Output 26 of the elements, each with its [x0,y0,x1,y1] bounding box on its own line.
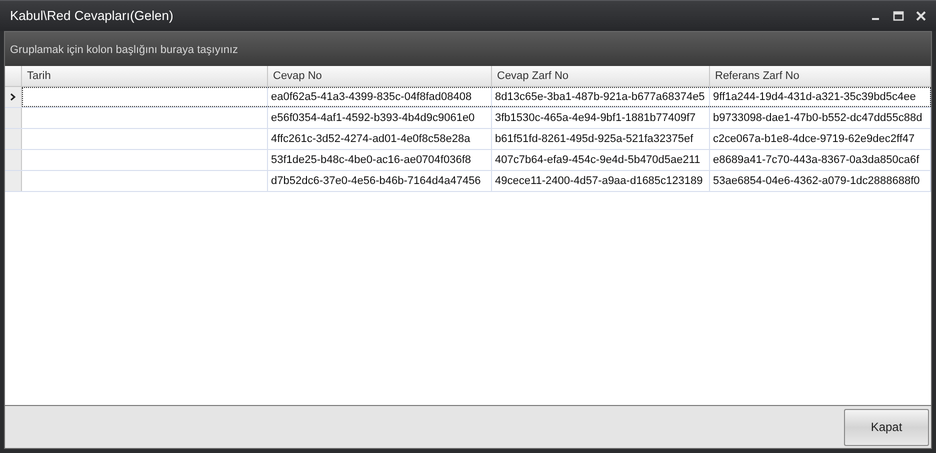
group-hint: Gruplamak için kolon başlığını buraya taşıyınız [10,42,238,58]
close-icon[interactable] [916,11,926,21]
table-cell: 4ffc261c-3d52-4274-ad01-4e0f8c58e28a [268,129,492,149]
table-cell: c2ce067a-b1e8-4dce-9719-62e9dec2ff47 [710,129,931,149]
table-cell: 53ae6854-04e6-4362-a079-1dc2888688f0 [710,171,931,191]
table-cell: d7b52dc6-37e0-4e56-b46b-7164d4a47456 [268,171,492,191]
table-cell: 9ff1a244-19d4-431d-a321-35c39bd5c4ee [710,87,931,107]
table-cell: 407c7b64-efa9-454c-9e4d-5b470d5ae211 [492,150,710,170]
column-header[interactable]: Tarih [22,66,268,86]
close-button[interactable]: Kapat [844,408,929,446]
column-header[interactable]: Cevap Zarf No [492,66,710,86]
maximize-icon[interactable] [893,11,904,21]
table-cell: ea0f62a5-41a3-4399-835c-04f8fad08408 [268,87,492,107]
column-header[interactable]: Cevap No [268,66,492,86]
table-cell: 53f1de25-b48c-4be0-ac16-ae0704f036f8 [268,150,492,170]
row-pointer-icon [10,93,16,101]
window-title: Kabul\Red Cevapları(Gelen) [10,7,174,26]
table-cell: b9733098-dae1-47b0-b552-dc47dd55c88d [710,108,931,128]
table-cell: 49cece11-2400-4d57-a9aa-d1685c123189 [492,171,710,191]
row-indicator[interactable] [5,87,22,107]
table-cell: e8689a41-7c70-443a-8367-0a3da850ca6f [710,150,931,170]
column-header[interactable]: Referans Zarf No [710,66,931,86]
table-cell: e56f0354-4af1-4592-b393-4b4d9c9061e0 [268,108,492,128]
table-cell: 3fb1530c-465a-4e94-9bf1-1881b77409f7 [492,108,710,128]
table-cell: b61f51fd-8261-495d-925a-521fa32375ef [492,129,710,149]
table-cell: 8d13c65e-3ba1-487b-921a-b677a68374e5 [492,87,710,107]
